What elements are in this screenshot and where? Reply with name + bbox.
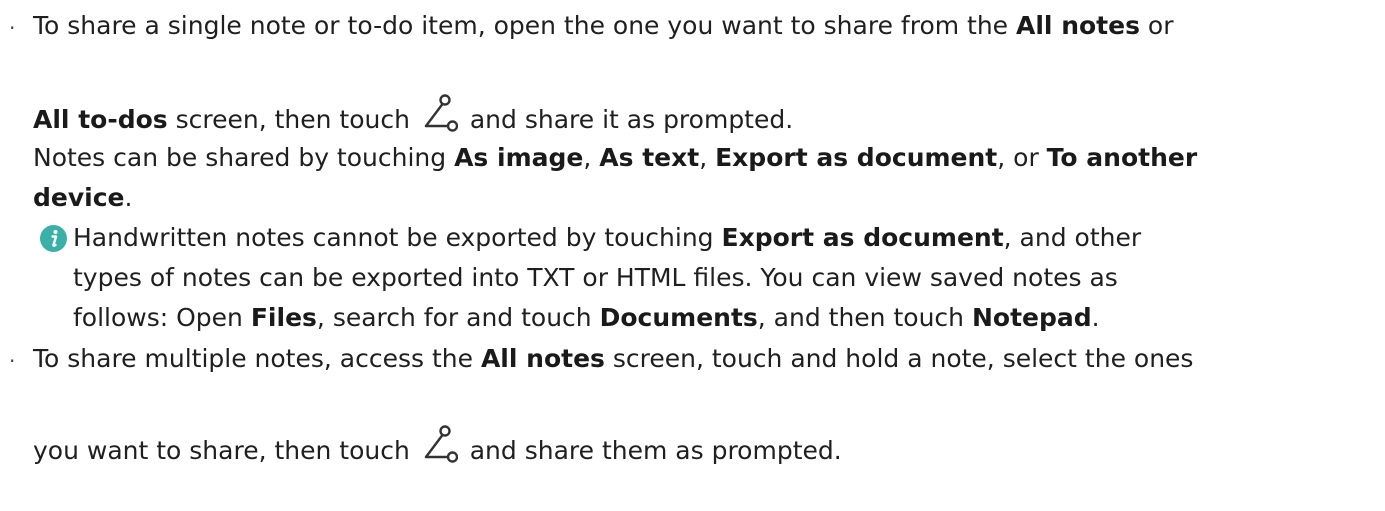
text: and share it as prompted. <box>461 105 794 134</box>
bold-notepad: Notepad <box>971 303 1092 332</box>
text: . <box>124 183 133 212</box>
text: , <box>583 143 600 172</box>
info-icon <box>40 225 67 252</box>
item1-line3: Notes can be shared by touching As image… <box>33 145 1197 170</box>
document-page: { "bullet_char": "·", "item1": { "line1"… <box>0 0 1385 511</box>
bullet-1: · <box>9 16 16 40</box>
note-line3: follows: Open Files, search for and touc… <box>73 305 1100 330</box>
text: follows: Open <box>73 303 251 332</box>
note-line2: types of notes can be exported into TXT … <box>73 265 1118 290</box>
bold-export-as-document: Export as document <box>715 143 998 172</box>
bold-as-image: As image <box>454 143 584 172</box>
bold-as-text: As text <box>599 143 700 172</box>
text: To share a single note or to-do item, op… <box>33 11 1017 40</box>
bold-all-notes: All notes <box>1016 11 1140 40</box>
bold-export-as-document: Export as document <box>721 223 1004 252</box>
text: or <box>1139 11 1174 40</box>
text: you want to share, then touch <box>33 436 418 465</box>
item2-line2: you want to share, then touch and share … <box>33 423 842 467</box>
text: , and then touch <box>757 303 972 332</box>
text: types of notes can be exported into TXT … <box>73 263 1118 292</box>
note-line1: Handwritten notes cannot be exported by … <box>73 225 1141 250</box>
bold-documents: Documents <box>599 303 758 332</box>
text: screen, then touch <box>167 105 418 134</box>
item1-line4: device. <box>33 185 132 210</box>
text: and share them as prompted. <box>461 436 842 465</box>
bold-to-another: To another <box>1046 143 1198 172</box>
bold-all-notes: All notes <box>480 344 605 373</box>
share-icon <box>424 94 458 132</box>
item2-line1: To share multiple notes, access the All … <box>33 346 1193 371</box>
share-icon <box>424 425 458 463</box>
text: screen, touch and hold a note, select th… <box>604 344 1194 373</box>
bold-all-todos: All to-dos <box>33 105 168 134</box>
text: . <box>1091 303 1100 332</box>
text: Handwritten notes cannot be exported by … <box>73 223 722 252</box>
item1-line1: To share a single note or to-do item, op… <box>33 13 1174 38</box>
text: , and other <box>1003 223 1142 252</box>
text: , search for and touch <box>316 303 600 332</box>
text: To share multiple notes, access the <box>33 344 481 373</box>
text: , or <box>997 143 1047 172</box>
bold-device: device <box>33 183 125 212</box>
bold-files: Files <box>250 303 317 332</box>
item1-line2: All to-dos screen, then touch and share … <box>33 92 793 136</box>
bullet-2: · <box>9 349 16 373</box>
text: , <box>699 143 716 172</box>
text: Notes can be shared by touching <box>33 143 455 172</box>
